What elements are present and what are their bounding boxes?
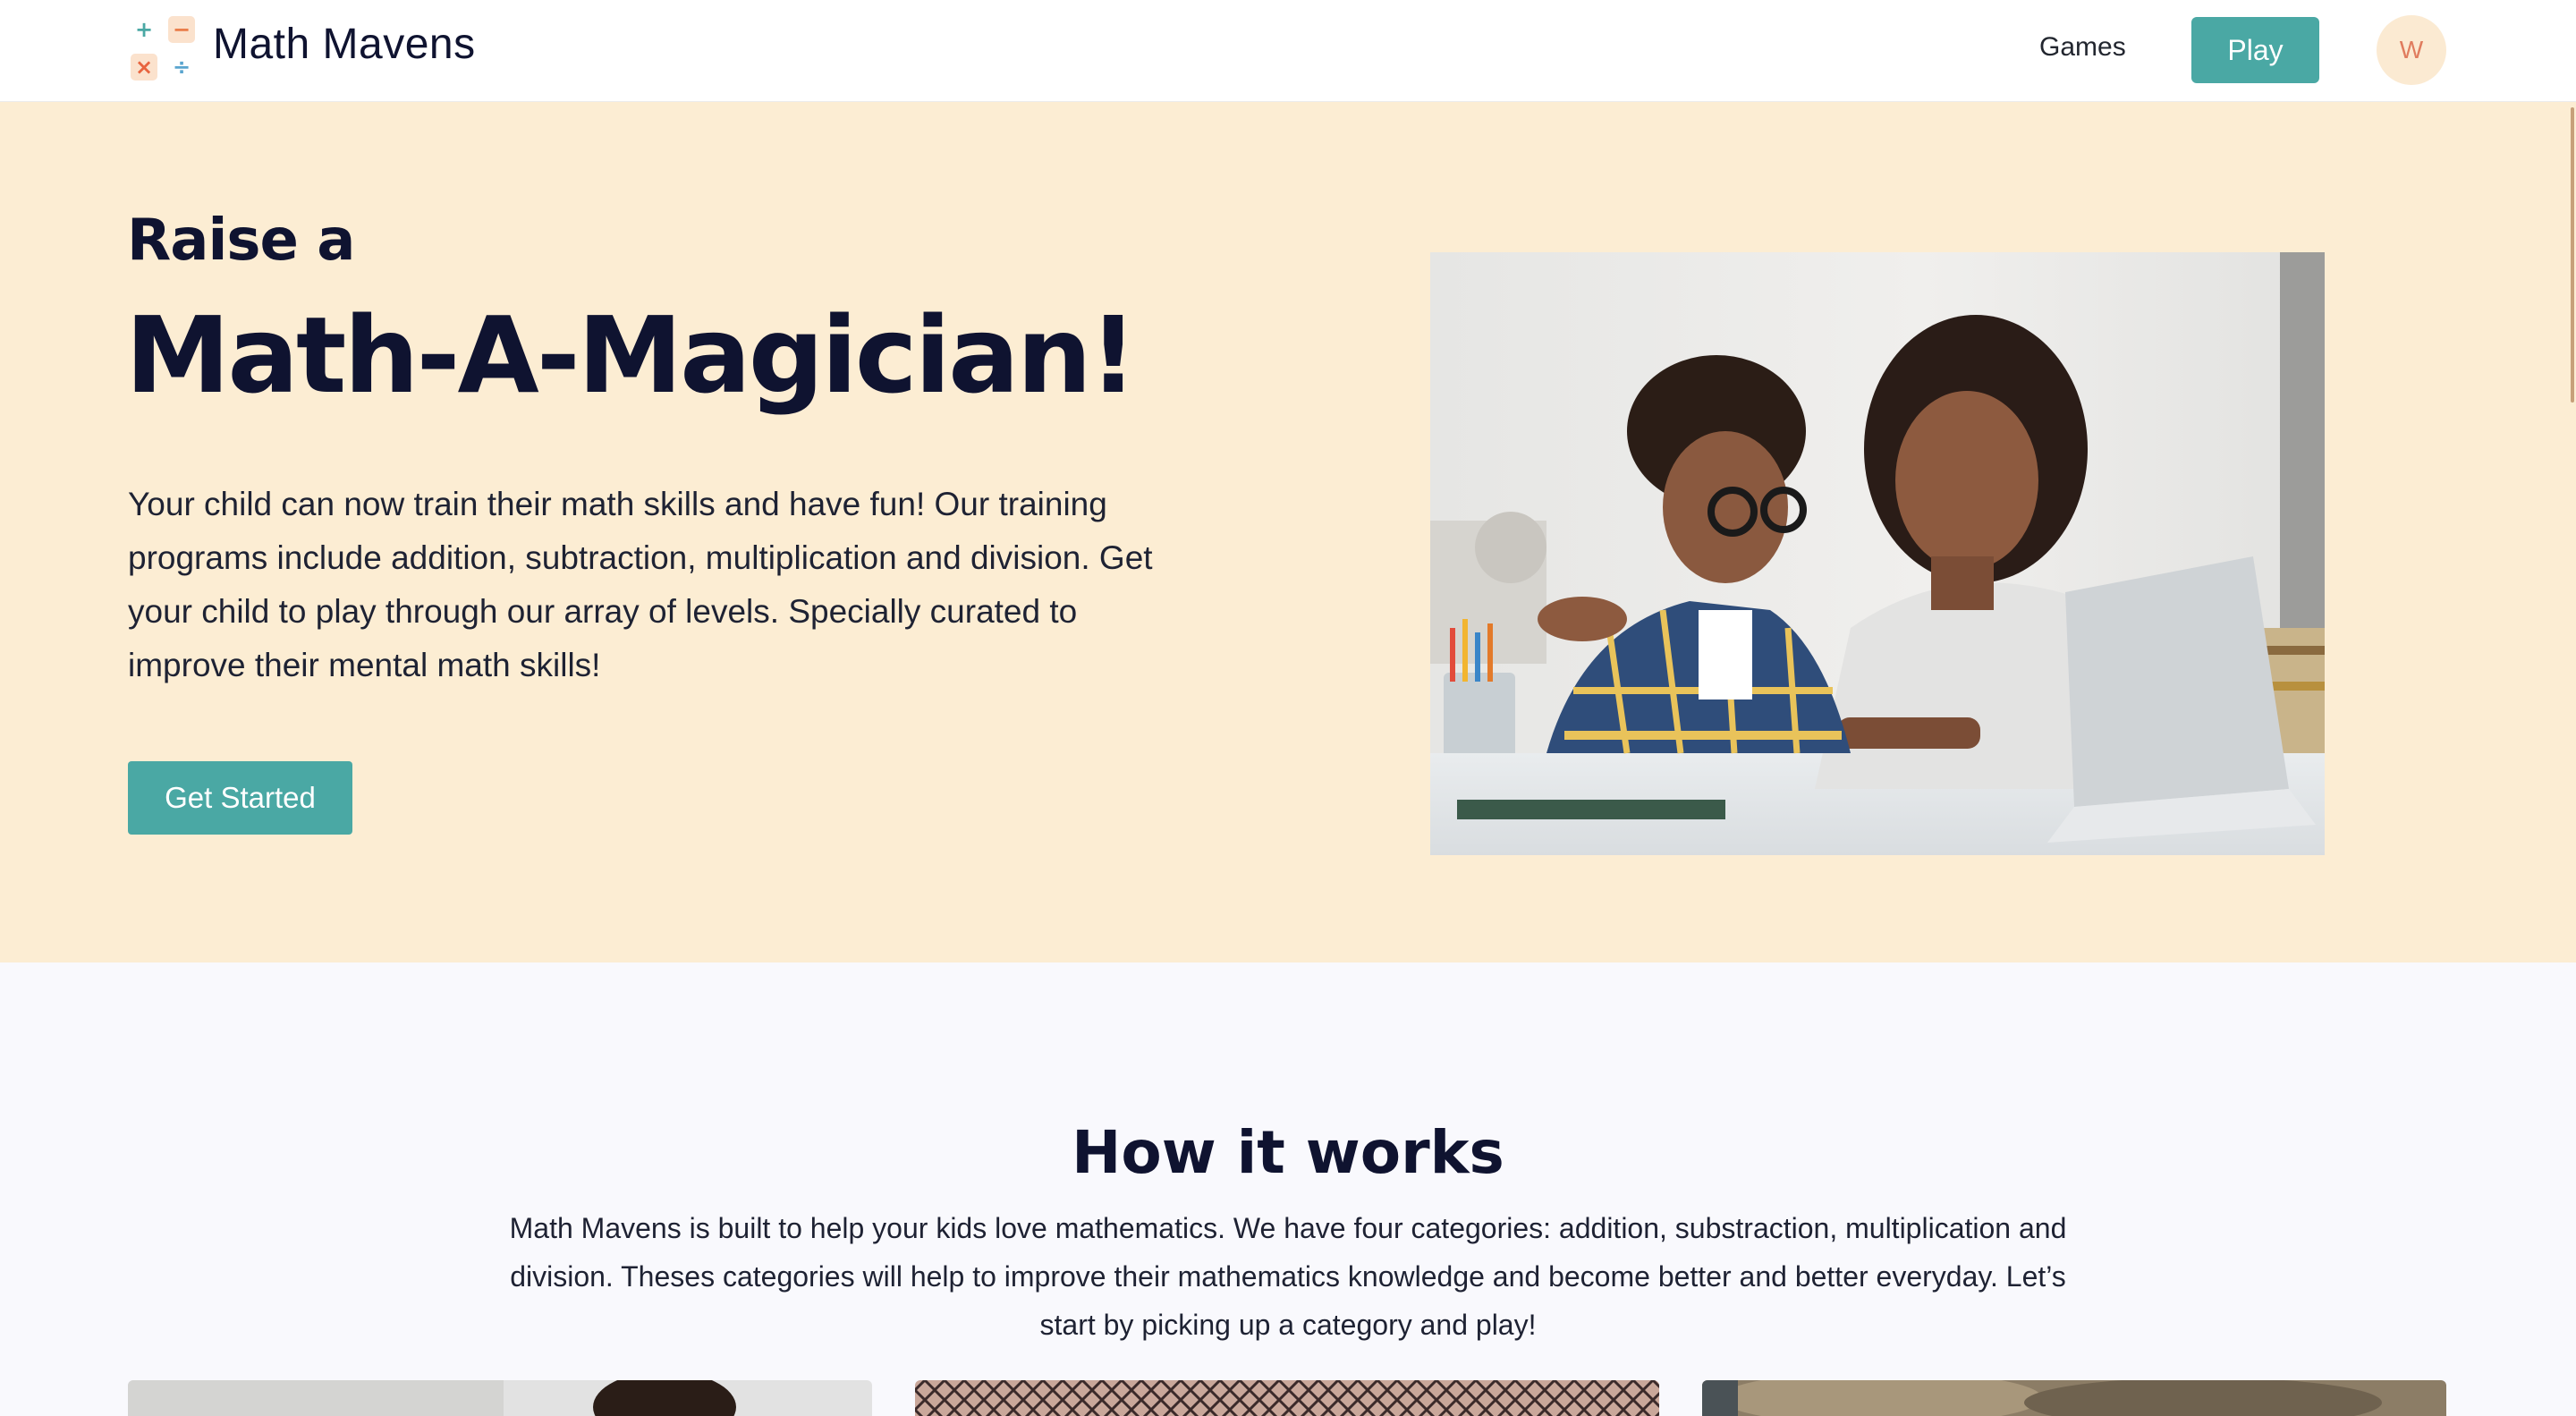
math-symbols-logo-icon[interactable]: + − × ÷ (131, 16, 199, 84)
brand-name-link[interactable]: Math Mavens (213, 20, 476, 69)
user-avatar[interactable]: W (2377, 15, 2446, 85)
how-it-works-description: Math Mavens is built to help your kids l… (509, 1212, 2067, 1341)
nav-games-link[interactable]: Games (2039, 32, 2126, 63)
site-header: + − × ÷ Math Mavens Games Play W (0, 0, 2576, 102)
divide-icon: ÷ (172, 55, 191, 80)
hero-description: Your child can now train their math skil… (128, 486, 1153, 683)
hero-photo-mother-and-child-at-laptop (1430, 252, 2325, 855)
hero-eyebrow: Raise a (127, 208, 355, 274)
how-it-works-title: How it works (1072, 1118, 1504, 1187)
category-card-image[interactable] (128, 1380, 872, 1416)
plus-icon: + (134, 17, 154, 42)
get-started-button[interactable]: Get Started (128, 761, 352, 835)
category-card-image[interactable] (915, 1380, 1659, 1416)
minus-icon: − (168, 16, 195, 43)
multiply-icon: × (131, 54, 157, 81)
hero-title: Math-A-Magician! (125, 293, 1138, 417)
hero-section: Raise a Math-A-Magician! Your child can … (0, 102, 2576, 962)
page-scrollbar-thumb[interactable] (2571, 107, 2574, 403)
play-button[interactable]: Play (2191, 17, 2319, 83)
category-card-image[interactable] (1702, 1380, 2446, 1416)
